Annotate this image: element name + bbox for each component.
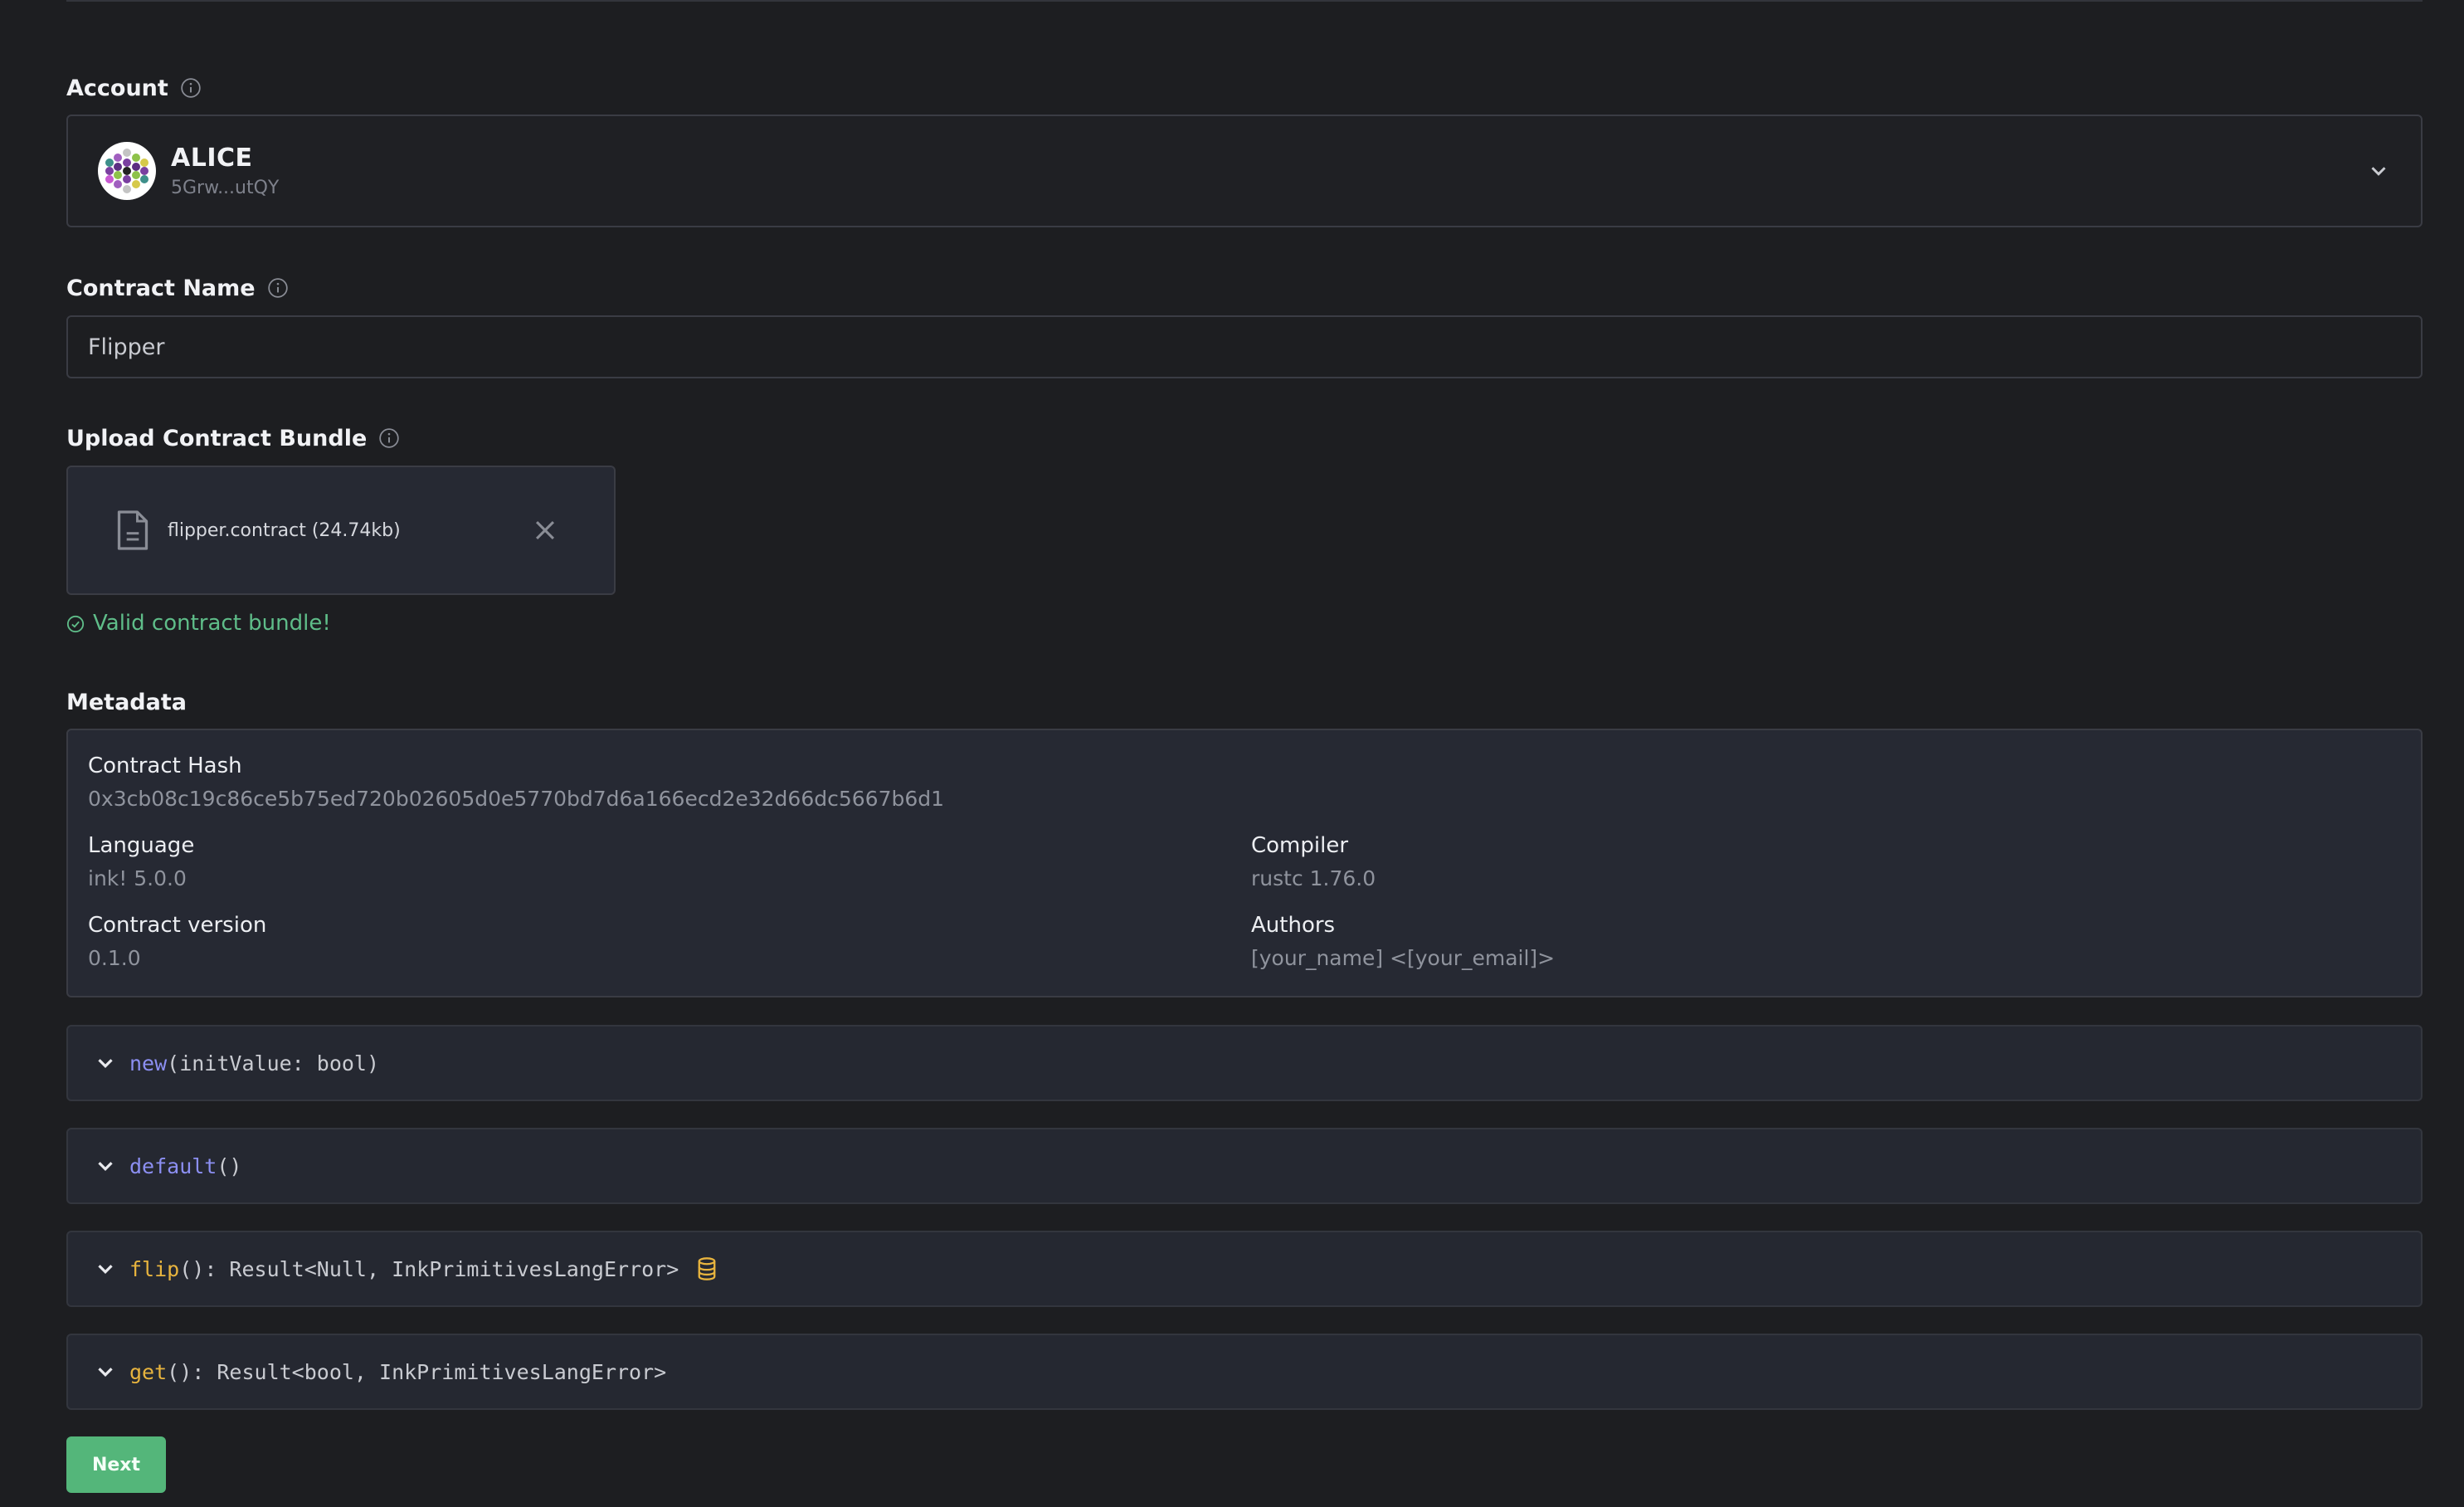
contract-version-value: 0.1.0	[88, 946, 141, 970]
file-icon	[114, 509, 151, 552]
account-name: ALICE	[171, 144, 253, 173]
chevron-down-icon[interactable]	[93, 1051, 118, 1075]
chevron-down-icon[interactable]	[93, 1359, 118, 1384]
upload-label-row: Upload Contract Bundle	[66, 422, 400, 455]
contract-hash-item: Contract Hash 0x3cb08c19c86ce5b75ed720b0…	[88, 754, 944, 811]
contract-name-input[interactable]	[66, 315, 2423, 378]
message-signature: ()	[217, 1153, 242, 1178]
info-icon[interactable]	[180, 77, 202, 99]
chevron-down-icon[interactable]	[2366, 159, 2391, 183]
message-name: get	[129, 1359, 168, 1384]
message-name: flip	[129, 1256, 180, 1281]
authors-item: Authors [your_name] <[your_email]>	[1251, 913, 1555, 970]
info-icon[interactable]	[378, 427, 400, 449]
message-signature: (): Result<bool, InkPrimitivesLangError>	[167, 1359, 667, 1384]
language-value: ink! 5.0.0	[88, 866, 187, 890]
compiler-label: Compiler	[1251, 833, 1349, 858]
account-selector[interactable]: ALICE 5Grw...utQY	[66, 115, 2423, 227]
message-signature: (initValue: bool)	[167, 1051, 380, 1075]
database-icon	[695, 1256, 718, 1281]
contract-name-label: Contract Name	[66, 275, 256, 301]
uploaded-file-card: flipper.contract (24.74kb)	[66, 466, 616, 595]
account-avatar-icon	[98, 142, 156, 200]
contract-version-item: Contract version 0.1.0	[88, 913, 266, 970]
account-address: 5Grw...utQY	[171, 178, 280, 198]
contract-hash-value: 0x3cb08c19c86ce5b75ed720b02605d0e5770bd7…	[88, 787, 945, 811]
compiler-value: rustc 1.76.0	[1251, 866, 1376, 890]
language-item: Language ink! 5.0.0	[88, 833, 194, 890]
instantiate-contract-page: Account ALICE 5Grw...utQY Contract Name …	[0, 0, 2464, 1507]
metadata-label: Metadata	[66, 689, 187, 715]
message-row-get[interactable]: get (): Result<bool, InkPrimitivesLangEr…	[66, 1334, 2423, 1410]
message-row-default[interactable]: default ()	[66, 1128, 2423, 1204]
message-signature: (): Result<Null, InkPrimitivesLangError>	[179, 1256, 679, 1281]
metadata-panel: Contract Hash 0x3cb08c19c86ce5b75ed720b0…	[66, 729, 2423, 997]
validation-text: Valid contract bundle!	[93, 611, 331, 636]
check-circle-icon	[66, 614, 85, 633]
language-label: Language	[88, 833, 195, 858]
compiler-item: Compiler rustc 1.76.0	[1251, 833, 1376, 890]
chevron-down-icon[interactable]	[93, 1153, 118, 1178]
account-label-row: Account	[66, 71, 202, 105]
chevron-down-icon[interactable]	[93, 1256, 118, 1281]
remove-file-close-icon[interactable]	[531, 516, 559, 544]
authors-label: Authors	[1251, 913, 1336, 938]
info-icon[interactable]	[267, 277, 289, 299]
message-name: new	[129, 1051, 168, 1075]
contract-hash-label: Contract Hash	[88, 754, 242, 778]
message-name: default	[129, 1153, 217, 1178]
metadata-label-row: Metadata	[66, 685, 187, 719]
contract-name-label-row: Contract Name	[66, 271, 289, 305]
message-row-flip[interactable]: flip (): Result<Null, InkPrimitivesLangE…	[66, 1231, 2423, 1307]
file-name: flipper.contract (24.74kb)	[168, 519, 401, 541]
contract-version-label: Contract version	[88, 913, 267, 938]
validation-message: Valid contract bundle!	[66, 611, 331, 636]
top-divider	[66, 0, 2423, 2]
authors-value: [your_name] <[your_email]>	[1251, 946, 1556, 970]
upload-label: Upload Contract Bundle	[66, 425, 368, 451]
account-text: ALICE 5Grw...utQY	[171, 144, 279, 198]
message-row-new[interactable]: new (initValue: bool)	[66, 1025, 2423, 1101]
next-button[interactable]: Next	[66, 1436, 166, 1493]
account-label: Account	[66, 75, 168, 101]
